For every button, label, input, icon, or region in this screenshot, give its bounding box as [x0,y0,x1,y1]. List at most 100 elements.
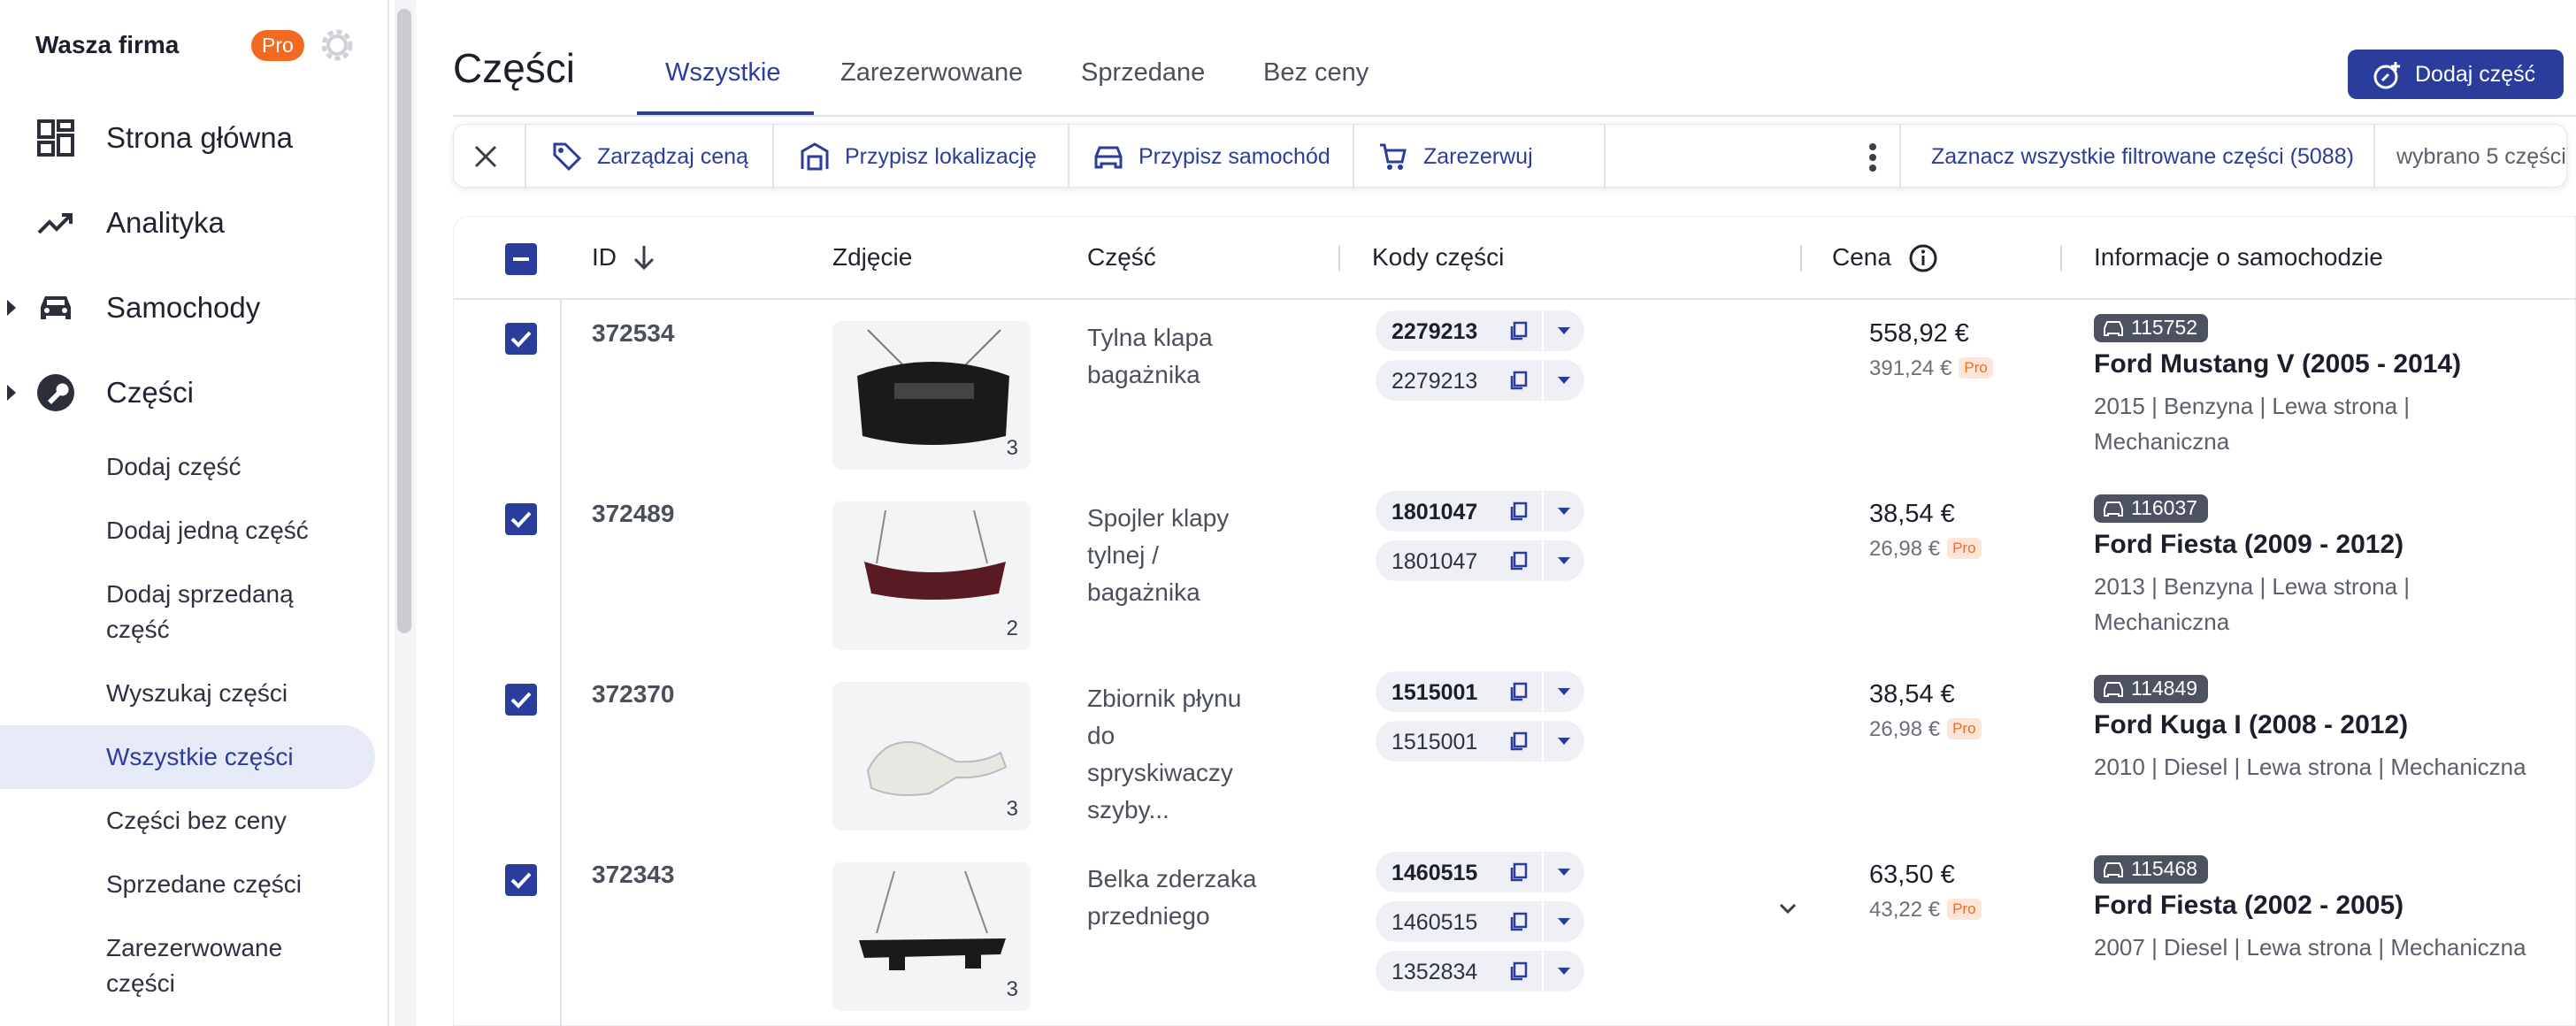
copy-icon[interactable] [1508,731,1530,752]
header-id[interactable]: ID [592,243,617,272]
part-code-chip[interactable]: 1515001 [1376,721,1584,762]
car-model[interactable]: Ford Mustang V (2005 - 2014) [2094,349,2461,379]
part-id[interactable]: 372534 [592,319,674,348]
code-dropdown[interactable] [1542,360,1584,401]
code-dropdown[interactable] [1542,852,1584,892]
part-name[interactable]: Spojler klapy tylnej / bagażnika [1087,500,1282,611]
gear-icon[interactable] [317,25,357,65]
table-row[interactable]: 372534 3 Tylna klapa bagażnika 2279213 2… [454,302,2576,482]
part-name[interactable]: Tylna klapa bagażnika [1087,319,1282,394]
tab-all[interactable]: Wszystkie [665,58,781,88]
copy-icon[interactable] [1508,550,1530,571]
copy-icon[interactable] [1508,501,1530,522]
code-dropdown[interactable] [1542,951,1584,992]
sidebar-item-add-sold-part[interactable]: Dodaj sprzedaną część [0,577,336,647]
part-name[interactable]: Zbiornik płynu do spryskiwaczy szyby... [1087,680,1282,829]
manage-price-button[interactable]: Zarządzaj ceną [551,125,748,188]
part-name-line: do [1087,722,1116,749]
close-icon[interactable] [473,144,498,169]
reserve-button[interactable]: Zarezerwuj [1377,125,1533,188]
part-name[interactable]: Belka zderzaka przedniego [1087,861,1282,935]
column-separator[interactable] [2060,245,2062,272]
table-row[interactable]: 372489 2 Spojler klapy tylnej / bagażnik… [454,482,2576,662]
part-code-chip[interactable]: 1460515 [1376,852,1584,892]
code-dropdown[interactable] [1542,540,1584,581]
car-id-badge[interactable]: 115752 [2094,314,2209,342]
part-code-chip[interactable]: 1801047 [1376,540,1584,581]
column-separator[interactable] [1338,245,1340,272]
sidebar-item-reserved-parts[interactable]: Zarezerwowane części [0,930,336,1001]
sidebar-item-add-part[interactable]: Dodaj część [0,449,375,485]
sidebar-item-sold-parts[interactable]: Sprzedane części [0,867,375,902]
select-all-filtered-button[interactable]: Zaznacz wszystkie filtrowane części (508… [1931,125,2354,188]
part-code-chip[interactable]: 2279213 [1376,310,1584,351]
part-id[interactable]: 372370 [592,680,674,708]
part-id[interactable]: 372489 [592,500,674,528]
part-code-chip[interactable]: 2279213 [1376,360,1584,401]
car-id-badge[interactable]: 115468 [2094,855,2209,884]
expand-codes-chevron-icon[interactable] [1775,896,1800,921]
car-model[interactable]: Ford Fiesta (2009 - 2012) [2094,530,2404,560]
copy-icon[interactable] [1508,320,1530,341]
more-vertical-icon[interactable] [1867,142,1878,172]
tab-sold[interactable]: Sprzedane [1081,58,1205,88]
sidebar-scrollbar[interactable] [395,0,416,1026]
part-photo[interactable]: 3 [832,862,1031,1011]
table-row[interactable]: 372343 3 Belka zderzaka przedniego 14605… [454,843,2576,1026]
part-code-chip[interactable]: 1352834 [1376,951,1584,992]
copy-icon[interactable] [1508,681,1530,702]
company-name[interactable]: Wasza firma [35,31,179,59]
sidebar-item-unpriced-parts[interactable]: Części bez ceny [0,803,375,838]
sidebar-item-search-parts[interactable]: Wyszukaj części [0,676,375,711]
code-dropdown[interactable] [1542,901,1584,942]
row-checkbox[interactable] [505,864,537,896]
nav-analytics[interactable]: Analityka [0,188,389,258]
sidebar-item-all-parts[interactable]: Wszystkie części [0,725,375,789]
part-id[interactable]: 372343 [592,861,674,889]
nav-cars[interactable]: Samochody [0,272,389,343]
code-dropdown[interactable] [1542,310,1584,351]
part-photo[interactable]: 3 [832,682,1031,831]
part-photo[interactable]: 3 [832,321,1031,470]
tab-reserved[interactable]: Zarezerwowane [840,58,1023,88]
select-all-checkbox[interactable] [505,243,537,275]
scrollbar-thumb[interactable] [397,9,411,633]
copy-icon[interactable] [1508,370,1530,391]
part-code-chip[interactable]: 1801047 [1376,491,1584,532]
copy-icon[interactable] [1508,961,1530,982]
sidebar-item-add-single-part[interactable]: Dodaj jedną część [0,513,375,548]
sort-desc-icon[interactable] [631,243,657,272]
car-model[interactable]: Ford Fiesta (2002 - 2005) [2094,891,2404,921]
code-dropdown[interactable] [1542,491,1584,532]
nav-parts[interactable]: Części [0,357,389,428]
row-checkbox[interactable] [505,684,537,716]
car-id-badge[interactable]: 116037 [2094,494,2209,523]
price[interactable]: 63,50 € [1869,861,1955,890]
assign-location-button[interactable]: Przypisz lokalizację [799,125,1037,188]
car-model[interactable]: Ford Kuga I (2008 - 2012) [2094,710,2408,740]
row-checkbox[interactable] [505,503,537,535]
part-code-chip[interactable]: 1460515 [1376,901,1584,942]
price[interactable]: 38,54 € [1869,680,1955,709]
expand-caret-icon[interactable] [7,300,16,316]
expand-caret-icon[interactable] [7,385,16,401]
nav-home[interactable]: Strona główna [0,103,389,173]
car-id-badge[interactable]: 114849 [2094,675,2209,703]
part-photo[interactable]: 2 [832,502,1031,650]
price[interactable]: 38,54 € [1869,500,1955,529]
assign-car-button[interactable]: Przypisz samochód [1092,125,1330,188]
row-checkbox[interactable] [505,323,537,355]
parts-table: ID Zdjęcie Część Kody części Cena Inform… [453,216,2576,1026]
code-dropdown[interactable] [1542,721,1584,762]
add-part-button[interactable]: Dodaj część [2348,50,2564,99]
info-icon[interactable] [1908,243,1938,273]
copy-icon[interactable] [1508,861,1530,883]
price[interactable]: 558,92 € [1869,319,1969,348]
column-separator[interactable] [1800,245,1802,272]
tab-no-price[interactable]: Bez ceny [1263,58,1368,88]
code-dropdown[interactable] [1542,671,1584,712]
copy-icon[interactable] [1508,911,1530,932]
part-code-chip[interactable]: 1515001 [1376,671,1584,712]
car-icon [1094,146,1123,169]
table-row[interactable]: 372370 3 Zbiornik płynu do spryskiwaczy … [454,662,2576,843]
